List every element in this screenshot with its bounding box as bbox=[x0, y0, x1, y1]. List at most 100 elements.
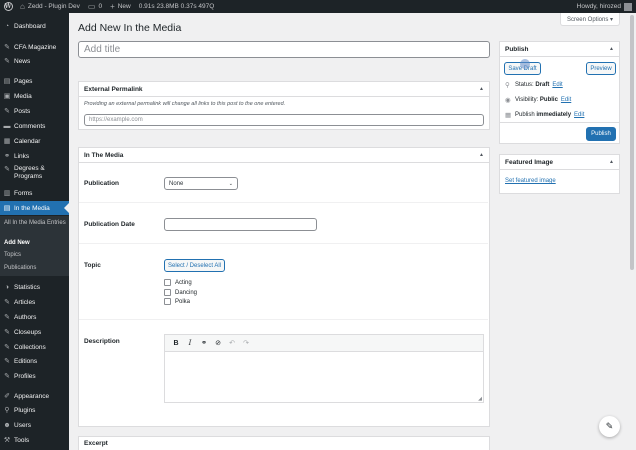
sidebar-item-posts[interactable]: ✎ Posts bbox=[0, 104, 69, 118]
divider bbox=[500, 122, 619, 123]
sidebar-item-label: Dashboard bbox=[14, 22, 46, 30]
sidebar-item-authors[interactable]: ✎ Authors bbox=[0, 310, 69, 324]
sidebar-item-pages[interactable]: ▤ Pages bbox=[0, 74, 69, 88]
sidebar-item-label: Comments bbox=[14, 122, 46, 130]
featured-image-header[interactable]: Featured Image ▲ bbox=[500, 155, 619, 170]
sidebar-item-label: News bbox=[14, 57, 31, 65]
bold-icon[interactable]: B bbox=[169, 340, 183, 347]
unlink-icon[interactable]: ⊘ bbox=[211, 339, 225, 347]
media-icon: ▣ bbox=[3, 93, 11, 100]
sidebar-item-calendar[interactable]: ▦ Calendar bbox=[0, 134, 69, 148]
sidebar-item-label: Forms bbox=[14, 189, 33, 197]
select-deselect-all-button[interactable]: Select / Deselect All bbox=[164, 259, 225, 272]
undo-icon[interactable]: ↶ bbox=[225, 339, 239, 347]
screen-options-button[interactable]: Screen Options ▾ bbox=[560, 13, 620, 26]
topic-label: Topic bbox=[84, 262, 101, 269]
new-content-link[interactable]: + New bbox=[106, 0, 135, 13]
submenu-publications[interactable]: Publications bbox=[4, 265, 66, 273]
current-menu-arrow bbox=[64, 203, 69, 213]
divider bbox=[79, 202, 488, 203]
plus-icon: + bbox=[110, 2, 115, 11]
sidebar-item-closeups[interactable]: ✎ Closeups bbox=[0, 325, 69, 339]
sidebar-item-label: CFA Magazine bbox=[14, 43, 57, 51]
resize-handle-icon[interactable]: ◢ bbox=[478, 396, 482, 402]
preview-button[interactable]: Preview bbox=[586, 62, 616, 75]
publication-select[interactable]: None ⌄ bbox=[164, 177, 238, 190]
query-monitor-stats[interactable]: 0.91s 23.8MB 0.37s 497Q bbox=[135, 0, 219, 13]
edit-pencil-icon[interactable]: ✎ bbox=[599, 416, 620, 437]
edit-status-link[interactable]: Edit bbox=[552, 82, 562, 88]
sidebar-item-profiles[interactable]: ✎ Profiles bbox=[0, 369, 69, 383]
sidebar-item-label: In the Media bbox=[14, 204, 50, 212]
sidebar-item-comments[interactable]: ▬ Comments bbox=[0, 119, 69, 133]
sidebar-item-articles[interactable]: ✎ Articles bbox=[0, 295, 69, 309]
edit-schedule-link[interactable]: Edit bbox=[574, 112, 584, 118]
submenu-all-entries[interactable]: All In the Media Entries bbox=[4, 220, 66, 228]
sidebar-item-links[interactable]: ⚭ Links bbox=[0, 149, 69, 163]
sidebar-item-label: Editions bbox=[14, 357, 38, 365]
topic-checkbox-dancing[interactable]: Dancing bbox=[164, 289, 197, 296]
external-permalink-heading: External Permalink bbox=[84, 85, 143, 93]
pin-icon: ✎ bbox=[4, 44, 10, 51]
sidebar-item-dashboard[interactable]: ◔ Dashboard bbox=[0, 19, 69, 33]
sidebar-item-users[interactable]: ☻ Users bbox=[0, 418, 69, 432]
edit-visibility-link[interactable]: Edit bbox=[561, 97, 571, 103]
in-the-media-box: In The Media ▲ Publication None ⌄ Publicat… bbox=[78, 147, 490, 427]
collapse-up-icon[interactable]: ▲ bbox=[479, 86, 484, 92]
external-permalink-input[interactable]: https://example.com bbox=[84, 114, 484, 126]
pin-icon: ✎ bbox=[4, 314, 10, 321]
title-input[interactable]: Add title bbox=[78, 41, 490, 58]
collapse-up-icon[interactable]: ▲ bbox=[479, 152, 484, 158]
admin-sidebar: ◔ Dashboard ✎ CFA Magazine ✎ News ▤ Pages ▣ M… bbox=[0, 13, 69, 450]
sidebar-item-label: Authors bbox=[14, 313, 37, 321]
submenu-add-new[interactable]: Add New bbox=[4, 240, 66, 248]
sidebar-item-media[interactable]: ▣ Media bbox=[0, 89, 69, 103]
publish-header[interactable]: Publish ▲ bbox=[500, 42, 619, 57]
comment-icon: ▭ bbox=[87, 2, 96, 11]
topic-label-acting: Acting bbox=[175, 279, 192, 286]
sidebar-item-cfa-magazine[interactable]: ✎ CFA Magazine bbox=[0, 40, 69, 54]
sidebar-item-degrees-programs[interactable]: ✎ Degrees & Programs bbox=[0, 165, 69, 183]
publish-button[interactable]: Publish bbox=[586, 127, 616, 141]
sidebar-item-in-the-media[interactable]: ▤ In the Media bbox=[0, 201, 69, 215]
checkbox[interactable] bbox=[164, 289, 171, 296]
plugins-icon: ⚲ bbox=[4, 407, 10, 414]
set-featured-image-link[interactable]: Set featured image bbox=[505, 178, 556, 184]
topic-label-polka: Polka bbox=[175, 298, 191, 305]
sidebar-item-label: Plugins bbox=[14, 406, 36, 414]
scrollbar-thumb[interactable] bbox=[630, 15, 634, 270]
topic-checkbox-acting[interactable]: Acting bbox=[164, 279, 192, 286]
checkbox[interactable] bbox=[164, 279, 171, 286]
collapse-up-icon[interactable]: ▲ bbox=[609, 159, 614, 165]
site-name-label: Zedd - Plugin Dev bbox=[27, 3, 80, 10]
sidebar-item-appearance[interactable]: ✐ Appearance bbox=[0, 389, 69, 403]
italic-icon[interactable]: I bbox=[183, 339, 197, 347]
visibility-value: Public bbox=[539, 97, 558, 103]
collapse-up-icon[interactable]: ▲ bbox=[609, 46, 614, 52]
featured-image-heading: Featured Image bbox=[505, 158, 554, 166]
excerpt-header[interactable]: Excerpt bbox=[79, 437, 489, 450]
sidebar-item-tools[interactable]: ⚒ Tools bbox=[0, 433, 69, 447]
my-account-link[interactable]: Howdy, hirozed bbox=[573, 0, 636, 13]
status-label: Status: bbox=[515, 82, 534, 88]
sidebar-item-collections[interactable]: ✎ Collections bbox=[0, 340, 69, 354]
external-permalink-header[interactable]: External Permalink ▲ bbox=[79, 82, 489, 97]
submenu-topics[interactable]: Topics bbox=[4, 252, 66, 260]
sidebar-item-statistics[interactable]: ◑ Statistics bbox=[0, 280, 69, 294]
link-icon[interactable]: ⚭ bbox=[197, 339, 211, 347]
description-textarea[interactable] bbox=[165, 352, 483, 397]
comments-link[interactable]: ▭ 0 bbox=[84, 0, 106, 13]
site-name-link[interactable]: ⌂ Zedd - Plugin Dev bbox=[16, 0, 84, 13]
sidebar-item-editions[interactable]: ✎ Editions bbox=[0, 354, 69, 368]
topic-checkbox-polka[interactable]: Polka bbox=[164, 298, 190, 305]
users-icon: ☻ bbox=[3, 421, 11, 429]
sidebar-item-plugins[interactable]: ⚲ Plugins bbox=[0, 403, 69, 417]
in-the-media-header[interactable]: In The Media ▲ bbox=[79, 148, 489, 163]
sidebar-item-news[interactable]: ✎ News bbox=[0, 54, 69, 68]
sidebar-item-forms[interactable]: ▥ Forms bbox=[0, 186, 69, 200]
wordpress-logo-button[interactable]: W bbox=[0, 0, 16, 13]
checkbox[interactable] bbox=[164, 298, 171, 305]
publication-date-input[interactable] bbox=[164, 218, 317, 231]
redo-icon[interactable]: ↷ bbox=[239, 339, 253, 347]
pages-icon: ▤ bbox=[3, 205, 11, 212]
